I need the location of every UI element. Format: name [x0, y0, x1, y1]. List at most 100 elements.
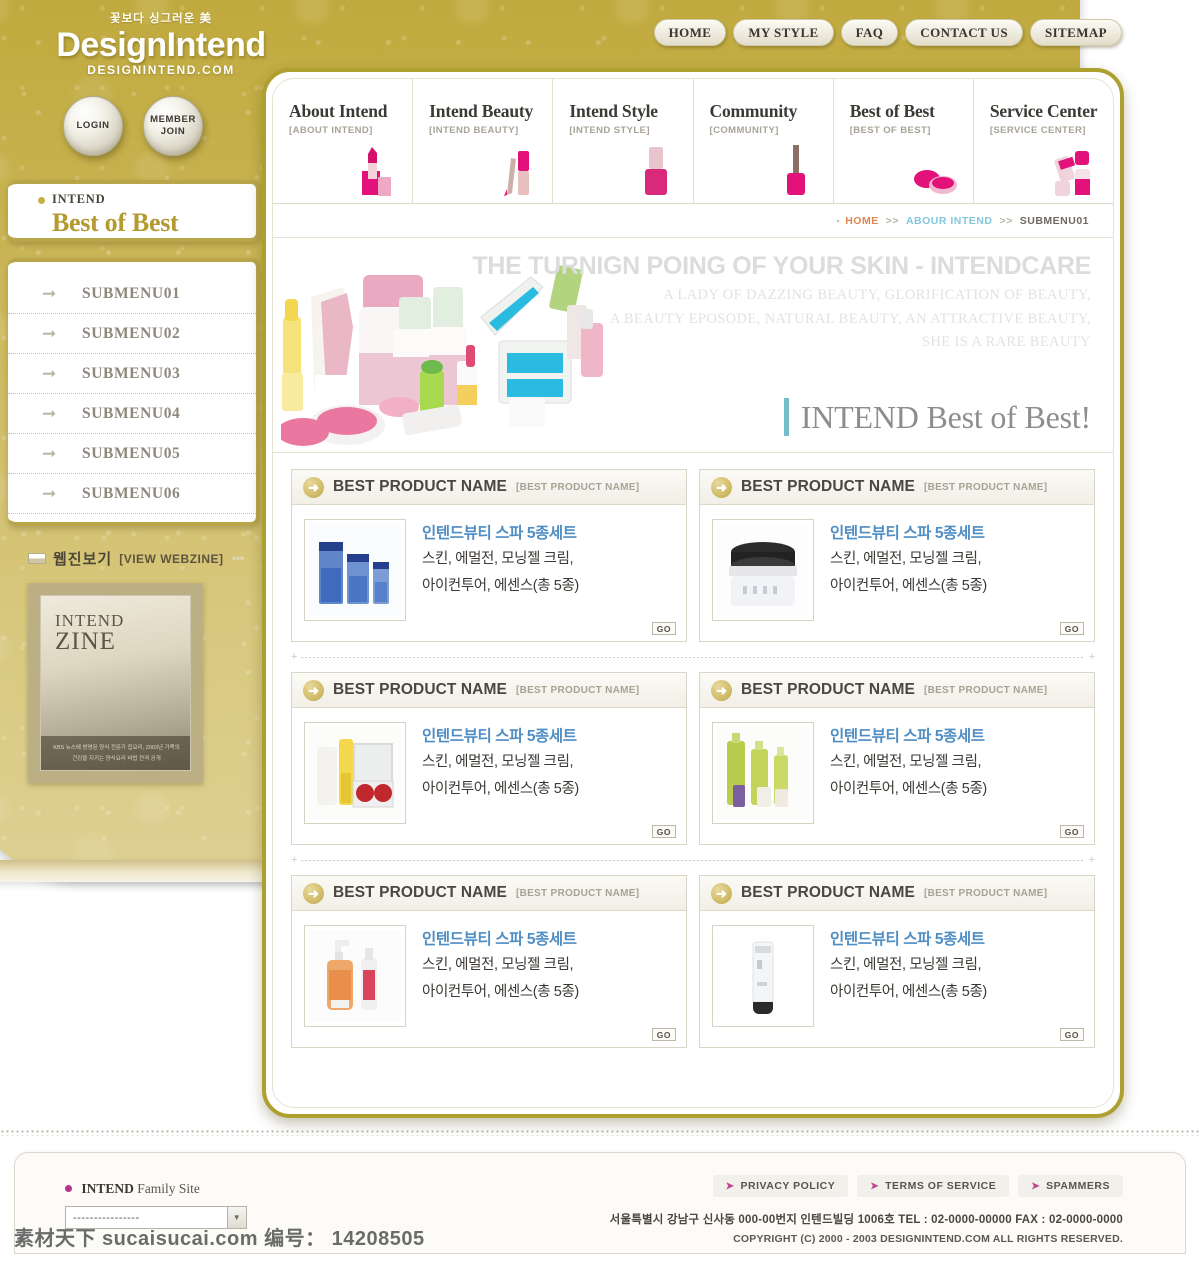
product-desc-line2: 아이컨투어, 에센스(총 5종)	[830, 781, 987, 798]
product-card-body: 인텐드뷰티 스파 5종세트 스킨, 에멀전, 모닝젤 크림, 아이컨투어, 에센…	[292, 708, 686, 844]
lipstick-icon	[362, 147, 392, 196]
product-card[interactable]: ➜ BEST PRODUCT NAME [BEST PRODUCT NAME]	[699, 875, 1095, 1048]
member-join-label-line2: JOIN	[160, 126, 186, 137]
main-menu-item-service-center[interactable]: Service Center [SERVICE CENTER]	[974, 79, 1113, 203]
sidebar-item-submenu03[interactable]: ➞ SUBMENU03	[8, 354, 256, 394]
sidebar-item-submenu06[interactable]: ➞ SUBMENU06	[8, 474, 256, 514]
arrow-right-icon: ➤	[870, 1180, 880, 1192]
product-text: 인텐드뷰티 스파 5종세트 스킨, 에멀전, 모닝젤 크림, 아이컨투어, 에센…	[422, 519, 579, 633]
product-go-button[interactable]: GO	[651, 825, 676, 838]
product-name[interactable]: 인텐드뷰티 스파 5종세트	[422, 724, 579, 746]
footer-link-privacy-policy[interactable]: ➤ PRIVACY POLICY	[712, 1175, 849, 1197]
plus-icon: +	[1088, 853, 1095, 866]
product-card-body: 인텐드뷰티 스파 5종세트 스킨, 에멀전, 모닝젤 크림, 아이컨투어, 에센…	[700, 708, 1094, 844]
main-menu-sub: [SERVICE CENTER]	[989, 125, 1086, 136]
family-site-label: INTEND Family Site	[65, 1181, 247, 1197]
arrow-right-icon: ➞	[42, 284, 57, 303]
banner-faded-headline: THE TURNIGN POING OF YOUR SKIN - INTENDC…	[472, 252, 1091, 280]
product-desc-line1: 스킨, 에멀전, 모닝젤 크림,	[830, 551, 982, 567]
webzine-header[interactable]: 웹진보기 [VIEW WEBZINE] ▸▸▸	[28, 548, 260, 569]
product-card[interactable]: ➜ BEST PRODUCT NAME [BEST PRODUCT NAME]	[291, 875, 687, 1048]
footer-link-spammers[interactable]: ➤ SPAMMERS	[1018, 1175, 1123, 1197]
main-menu-sub: [INTEND STYLE]	[569, 125, 650, 136]
main-menu-item-community[interactable]: Community [COMMUNITY]	[694, 79, 834, 203]
sidebar-item-submenu04[interactable]: ➞ SUBMENU04	[8, 394, 256, 434]
product-head-title: BEST PRODUCT NAME	[333, 681, 507, 698]
topnav-item-my-style[interactable]: MY STYLE	[733, 19, 834, 46]
member-join-label-line1: MEMBER	[150, 114, 196, 126]
green-bottle-set-icon	[717, 727, 809, 819]
arrow-right-icon: ➞	[42, 324, 57, 343]
main-menu-title: Service Center	[989, 101, 1098, 121]
product-thumbnail[interactable]	[712, 925, 814, 1027]
sidebar-item-label: SUBMENU05	[82, 444, 181, 462]
sidebar-item-label: SUBMENU03	[82, 364, 181, 382]
footer-legal: 서울특별시 강남구 신사동 000-00번지 인텐드빌딩 1006호 TEL :…	[610, 1210, 1123, 1249]
topnav-item-home[interactable]: HOME	[653, 19, 727, 46]
main-menu-item-best-of-best[interactable]: Best of Best [BEST OF BEST]	[834, 79, 974, 203]
bottles-icon	[1054, 151, 1091, 196]
topnav-item-faq[interactable]: FAQ	[840, 19, 899, 46]
product-desc-line2: 아이컨투어, 에센스(총 5종)	[422, 578, 579, 595]
product-name[interactable]: 인텐드뷰티 스파 5종세트	[830, 521, 987, 543]
watermark: 素材天下 sucaisucai.com 编号： 14208505	[14, 1228, 425, 1250]
product-row: ➜ BEST PRODUCT NAME [BEST PRODUCT NAME]	[291, 469, 1095, 642]
main-menu-item-about-intend[interactable]: About Intend [ABOUT INTEND]	[273, 79, 414, 203]
product-name[interactable]: 인텐드뷰티 스파 5종세트	[422, 521, 579, 543]
product-thumbnail[interactable]	[304, 722, 406, 824]
product-card[interactable]: ➜ BEST PRODUCT NAME [BEST PRODUCT NAME]	[291, 469, 687, 642]
product-go-button[interactable]: GO	[651, 1028, 676, 1041]
product-text: 인텐드뷰티 스파 5종세트 스킨, 에멀전, 모닝젤 크림, 아이컨투어, 에센…	[422, 722, 579, 836]
webzine-cover-frame[interactable]: INTEND ZINE KBS 뉴스에 방영된 양식 전문가 집요리, 2003…	[28, 583, 203, 783]
member-join-button[interactable]: MEMBER JOIN	[143, 96, 203, 156]
compact-icon	[913, 170, 957, 194]
sidebar-item-label: SUBMENU04	[82, 404, 181, 422]
main-menu-title: Intend Beauty	[429, 101, 534, 121]
main-menu-title: About Intend	[289, 101, 388, 121]
topnav-item-sitemap[interactable]: SITEMAP	[1029, 19, 1122, 46]
main-menu-title: Community	[709, 101, 798, 121]
main-content-card: About Intend [ABOUT INTEND] Intend Beaut…	[262, 68, 1124, 1118]
product-desc-line1: 스킨, 에멀전, 모닝젤 크림,	[830, 754, 982, 770]
breadcrumb-separator: >>	[885, 214, 899, 227]
arrow-right-icon: ➞	[42, 404, 57, 423]
sidebar-item-submenu01[interactable]: ➞ SUBMENU01	[8, 274, 256, 314]
product-name[interactable]: 인텐드뷰티 스파 5종세트	[830, 927, 987, 949]
main-menu-item-intend-style[interactable]: Intend Style [INTEND STYLE]	[553, 79, 694, 203]
sidebar-item-submenu02[interactable]: ➞ SUBMENU02	[8, 314, 256, 354]
brand-url: DESIGNINTEND.COM	[87, 62, 235, 77]
product-text: 인텐드뷰티 스파 5종세트 스킨, 에멀전, 모닝젤 크림, 아이컨투어, 에센…	[830, 925, 987, 1039]
dotted-line	[301, 656, 1085, 658]
product-go-button[interactable]: GO	[1059, 825, 1084, 838]
product-go-button[interactable]: GO	[1059, 1028, 1084, 1041]
product-card[interactable]: ➜ BEST PRODUCT NAME [BEST PRODUCT NAME]	[291, 672, 687, 845]
main-menu-title: Intend Style	[569, 101, 658, 121]
footer-links: ➤ PRIVACY POLICY ➤ TERMS OF SERVICE ➤ SP…	[712, 1175, 1123, 1197]
product-name[interactable]: 인텐드뷰티 스파 5종세트	[422, 927, 579, 949]
product-thumbnail[interactable]	[304, 519, 406, 621]
sidebar-item-label: SUBMENU01	[82, 284, 181, 302]
breadcrumb-home[interactable]: HOME	[845, 215, 879, 227]
product-thumbnail[interactable]	[712, 722, 814, 824]
brand-name: DesignIntend	[56, 26, 266, 64]
breadcrumb-separator: >>	[999, 214, 1013, 227]
product-name[interactable]: 인텐드뷰티 스파 5종세트	[830, 724, 987, 746]
sidebar-item-label: SUBMENU06	[82, 484, 181, 502]
site-logo[interactable]: 꽃보다 싱그러운 美 DesignIntend DESIGNINTEND.COM	[36, 10, 286, 77]
product-go-button[interactable]: GO	[1059, 622, 1084, 635]
product-thumbnail[interactable]	[712, 519, 814, 621]
topnav-item-contact-us[interactable]: CONTACT US	[905, 19, 1023, 46]
breadcrumb-section[interactable]: ABOUR INTEND	[906, 215, 993, 227]
product-thumbnail[interactable]	[304, 925, 406, 1027]
product-desc-line2: 아이컨투어, 에센스(총 5종)	[830, 578, 987, 595]
product-go-button[interactable]: GO	[651, 622, 676, 635]
sidebar-item-submenu05[interactable]: ➞ SUBMENU05	[8, 434, 256, 474]
product-head-title: BEST PRODUCT NAME	[741, 884, 915, 901]
row-separator: + +	[291, 642, 1095, 672]
login-button[interactable]: LOGIN	[63, 96, 123, 156]
footer-link-terms-of-service[interactable]: ➤ TERMS OF SERVICE	[857, 1175, 1010, 1197]
product-card[interactable]: ➜ BEST PRODUCT NAME [BEST PRODUCT NAME]	[699, 672, 1095, 845]
product-card[interactable]: ➜ BEST PRODUCT NAME [BEST PRODUCT NAME]	[699, 469, 1095, 642]
brush-icon	[786, 145, 805, 195]
main-menu-item-intend-beauty[interactable]: Intend Beauty [INTEND BEAUTY]	[413, 79, 554, 203]
